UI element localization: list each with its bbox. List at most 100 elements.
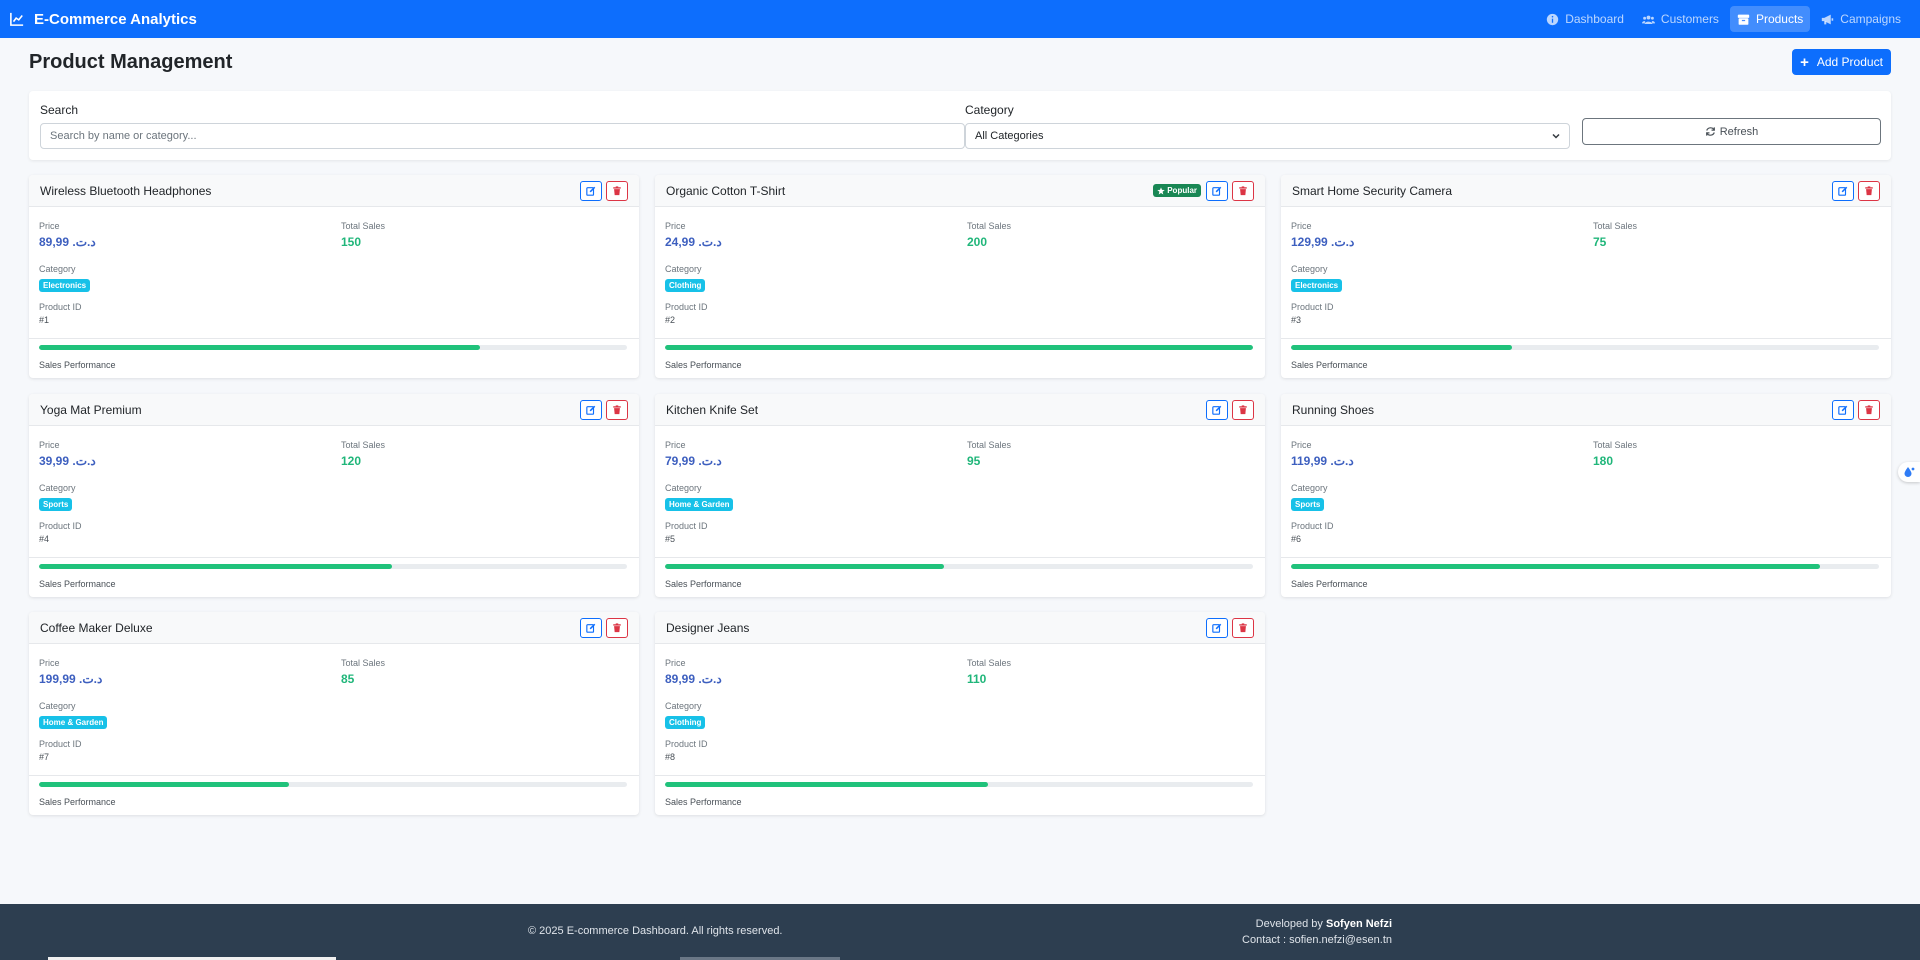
sales-performance-bar [1291, 564, 1879, 569]
price-label: Price [665, 221, 686, 231]
delete-product-button[interactable] [1858, 180, 1880, 201]
category-label: Category [39, 701, 76, 711]
category-label: Category [665, 701, 702, 711]
brand[interactable]: E-Commerce Analytics [10, 11, 197, 28]
refresh-label: Refresh [1719, 125, 1759, 138]
nav-item-label: Campaigns [1840, 12, 1901, 26]
product-id-label: Product ID [1291, 302, 1334, 312]
edit-product-button[interactable] [1832, 399, 1854, 420]
price-label: Price [1291, 221, 1312, 231]
delete-product-button[interactable] [606, 180, 628, 201]
category-label: Category [39, 264, 76, 274]
trash-icon [613, 622, 621, 632]
top-navbar: E-Commerce Analytics Dashboard Customers… [0, 0, 1920, 38]
total-sales-label: Total Sales [1593, 221, 1638, 231]
price-label: Price [1291, 440, 1312, 450]
price-label: Price [665, 440, 686, 450]
sales-performance-label: Sales Performance [665, 797, 742, 807]
product-id-label: Product ID [39, 739, 82, 749]
nav-item-customers[interactable]: Customers [1635, 6, 1726, 32]
filter-panel: Search Search by name or category... Cat… [29, 91, 1891, 160]
trash-icon [1239, 404, 1247, 414]
divider [655, 775, 1265, 776]
product-actions [580, 617, 628, 638]
product-name: Smart Home Security Camera [1292, 183, 1453, 198]
sales-performance-label: Sales Performance [39, 360, 116, 370]
sales-performance-bar [665, 345, 1253, 350]
delete-product-button[interactable] [606, 399, 628, 420]
edit-icon [1212, 186, 1222, 196]
chart-line-icon [10, 12, 24, 26]
edit-product-button[interactable] [580, 399, 602, 420]
add-product-button[interactable]: + Add Product [1792, 49, 1891, 75]
category-label: Category [39, 483, 76, 493]
product-actions [1206, 617, 1254, 638]
product-id: #1 [39, 315, 50, 325]
trash-icon [1239, 622, 1247, 632]
edit-product-button[interactable] [580, 180, 602, 201]
edit-product-button[interactable] [1206, 617, 1228, 638]
product-id-label: Product ID [39, 302, 82, 312]
delete-product-button[interactable] [1858, 399, 1880, 420]
divider [29, 338, 639, 339]
product-name: Yoga Mat Premium [40, 402, 142, 417]
product-id: #7 [39, 752, 50, 762]
trash-icon [1239, 185, 1247, 195]
edit-icon [1212, 405, 1222, 415]
nav-item-dashboard[interactable]: Dashboard [1539, 6, 1631, 32]
product-card-header: Coffee Maker Deluxe [29, 612, 639, 644]
edit-product-button[interactable] [580, 617, 602, 638]
product-card: Designer Jeans Price د.ت.‏ 89,99 Total Sale… [655, 612, 1265, 815]
category-label: Category [665, 264, 702, 274]
product-id-label: Product ID [665, 739, 708, 749]
product-total-sales: 200 [967, 235, 988, 249]
category-badge: Electronics [1291, 279, 1343, 292]
refresh-button[interactable]: Refresh [1582, 118, 1881, 145]
nav-item-products[interactable]: Products [1729, 6, 1811, 32]
popular-label: Popular [1167, 186, 1197, 195]
sales-performance-label: Sales Performance [1291, 579, 1368, 589]
edit-product-button[interactable] [1206, 399, 1228, 420]
category-select[interactable]: All Categories [965, 123, 1570, 149]
sales-performance-fill [39, 345, 480, 350]
delete-product-button[interactable] [1232, 617, 1254, 638]
category-label: Category [665, 483, 702, 493]
total-sales-label: Total Sales [341, 658, 386, 668]
floating-widget-button[interactable] [1898, 462, 1920, 482]
product-actions [580, 180, 628, 201]
product-price: د.ت.‏ 79,99 [665, 454, 722, 468]
category-select-value: All Categories [975, 130, 1044, 142]
product-card: Coffee Maker Deluxe Price د.ت.‏ 199,99 Tota… [29, 612, 639, 815]
product-id: #5 [665, 534, 676, 544]
product-price: د.ت.‏ 199,99 [39, 672, 103, 686]
edit-icon [1838, 405, 1848, 415]
divider [1281, 338, 1891, 339]
page-title: Product Management [29, 51, 233, 73]
product-total-sales: 85 [341, 672, 355, 686]
delete-product-button[interactable] [606, 617, 628, 638]
category-badge: Sports [39, 498, 73, 511]
delete-product-button[interactable] [1232, 180, 1254, 201]
nav-item-campaigns[interactable]: Campaigns [1814, 6, 1908, 32]
chevron-down-icon [1552, 133, 1560, 139]
search-input[interactable]: Search by name or category... [40, 123, 965, 149]
product-card-header: Wireless Bluetooth Headphones [29, 175, 639, 207]
star-icon [1157, 186, 1165, 194]
divider [29, 775, 639, 776]
sales-performance-bar [1291, 345, 1879, 350]
sales-performance-bar [665, 782, 1253, 787]
product-name: Running Shoes [1292, 402, 1375, 417]
product-card-header: Smart Home Security Camera [1281, 175, 1891, 207]
category-badge: Clothing [665, 716, 706, 729]
edit-product-button[interactable] [1206, 180, 1228, 201]
sales-performance-bar [39, 345, 627, 350]
product-card-header: Kitchen Knife Set [655, 394, 1265, 426]
edit-icon [1212, 623, 1222, 633]
sales-performance-bar [39, 564, 627, 569]
edit-product-button[interactable] [1832, 180, 1854, 201]
delete-product-button[interactable] [1232, 399, 1254, 420]
footer: © 2025 E-commerce Dashboard. All rights … [0, 904, 1920, 960]
category-label: Category [1291, 264, 1328, 274]
product-price: د.ت.‏ 119,99 [1291, 454, 1354, 468]
product-price: د.ت.‏ 89,99 [665, 672, 722, 686]
